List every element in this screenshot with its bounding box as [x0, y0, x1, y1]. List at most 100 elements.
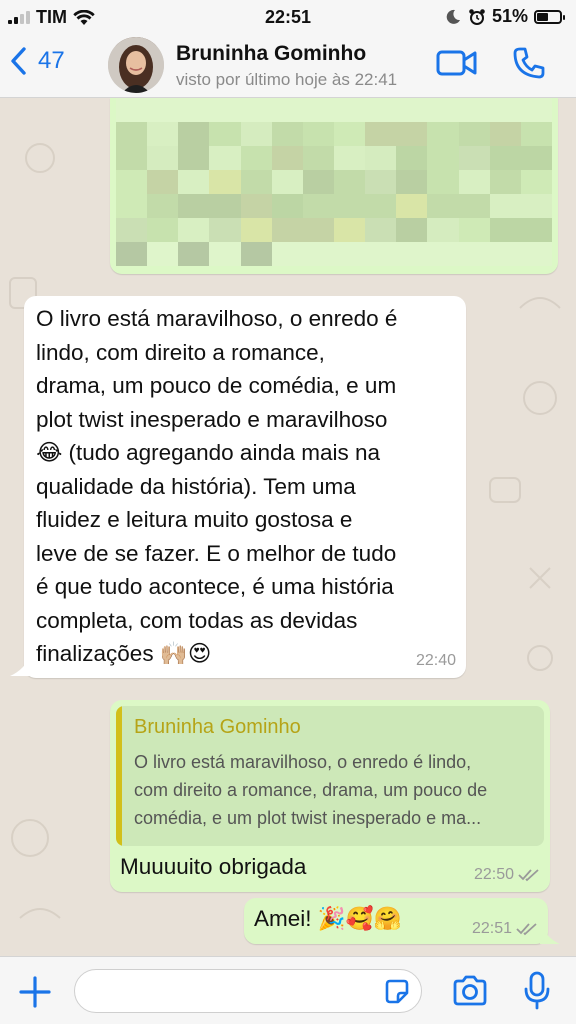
- image-pixel: [147, 98, 179, 122]
- image-pixel: [302, 122, 334, 146]
- video-call-icon[interactable]: [436, 48, 478, 78]
- plus-icon[interactable]: [18, 975, 52, 1009]
- image-pixel: [489, 122, 521, 146]
- quoted-message[interactable]: Bruninha Gominho O livro está maravilhos…: [116, 706, 544, 846]
- double-check-icon: [518, 869, 539, 882]
- image-pixel: [365, 170, 397, 194]
- image-pixel: [489, 242, 521, 266]
- image-pixel: [427, 170, 459, 194]
- image-pixel: [333, 98, 366, 122]
- image-pixel: [365, 122, 397, 146]
- image-pixel: [147, 122, 179, 146]
- bubble-tail: [10, 654, 32, 676]
- image-pixel: [302, 194, 334, 218]
- message-line: O livro está maravilhoso, o enredo é: [36, 306, 398, 331]
- image-pixel: [489, 218, 521, 242]
- image-pixel: [178, 146, 210, 170]
- image-pixel: [333, 170, 366, 194]
- outgoing-message[interactable]: Amei! 🎉🥰🤗 22:51: [244, 898, 548, 944]
- image-pixel: [209, 242, 241, 266]
- last-seen-status: visto por último hoje às 22:41: [176, 70, 398, 89]
- message-line: completa, com todas as devidas: [36, 607, 358, 633]
- quote-author: Bruninha Gominho: [134, 716, 301, 738]
- message-line: lindo, com direito a romance,: [36, 339, 325, 365]
- image-message[interactable]: [110, 98, 558, 274]
- image-pixel: [178, 170, 210, 194]
- sticker-icon[interactable]: [383, 978, 411, 1006]
- image-pixel: [271, 194, 303, 218]
- image-pixel: [520, 242, 552, 266]
- back-button[interactable]: 47: [10, 46, 65, 76]
- quote-line: com direito a romance, drama, um pouco d…: [134, 780, 488, 800]
- message-time: 22:50: [473, 866, 514, 883]
- image-pixel: [333, 122, 366, 146]
- image-pixel: [333, 218, 366, 242]
- message-time: 22:40: [415, 652, 456, 669]
- image-pixel: [147, 218, 179, 242]
- image-pixel: [209, 218, 241, 242]
- image-pixel: [271, 98, 303, 122]
- message-meta: 22:51: [472, 920, 538, 938]
- image-pixel: [271, 218, 303, 242]
- image-pixel: [240, 170, 272, 194]
- image-pixel: [240, 146, 272, 170]
- image-pixel: [365, 242, 397, 266]
- unread-count: 47: [38, 47, 65, 74]
- image-pixel: [271, 146, 303, 170]
- image-pixel: [489, 146, 521, 170]
- message-line: leve de se fazer. E o melhor de tudo: [36, 540, 397, 566]
- image-pixel: [147, 194, 179, 218]
- incoming-message[interactable]: O livro está maravilhoso, o enredo é lin…: [24, 296, 466, 678]
- avatar[interactable]: [108, 37, 164, 93]
- message-line: qualidade da história). Tem uma: [36, 473, 356, 499]
- message-line: drama, um pouco de comédia, e um: [36, 373, 397, 398]
- battery-percent: 51%: [491, 6, 528, 26]
- camera-icon[interactable]: [452, 975, 488, 1007]
- image-pixel: [396, 98, 428, 122]
- image-pixel: [427, 122, 459, 146]
- message-input[interactable]: [74, 969, 422, 1013]
- moon-icon: [446, 9, 460, 24]
- double-check-icon: [516, 923, 537, 936]
- back-chevron-icon: [11, 47, 26, 75]
- chat-area[interactable]: O livro está maravilhoso, o enredo é lin…: [0, 98, 576, 956]
- image-pixel: [396, 242, 428, 266]
- image-pixel: [458, 242, 490, 266]
- image-pixel: [302, 170, 334, 194]
- image-pixel: [302, 146, 334, 170]
- avatar-photo: [108, 37, 164, 93]
- message-time: 22:51: [471, 920, 512, 937]
- image-pixel: [302, 98, 334, 122]
- image-pixel: [458, 122, 490, 146]
- image-pixel: [333, 194, 366, 218]
- image-pixel: [365, 98, 397, 122]
- phone-icon[interactable]: [512, 46, 546, 80]
- quote-text: O livro está maravilhoso, o enredo é lin…: [134, 748, 532, 832]
- image-pixel: [116, 218, 148, 242]
- contact-name[interactable]: Bruninha Gominho: [176, 42, 366, 66]
- image-pixel: [116, 122, 148, 146]
- image-pixel: [178, 98, 210, 122]
- image-pixel: [302, 242, 334, 266]
- image-pixel: [116, 194, 148, 218]
- image-pixel: [520, 122, 552, 146]
- reply-message[interactable]: Bruninha Gominho O livro está maravilhos…: [110, 700, 550, 892]
- image-pixel: [147, 242, 179, 266]
- image-pixel: [209, 194, 241, 218]
- message-line: fluidez e leitura muito gostosa e: [36, 507, 353, 532]
- blurred-image[interactable]: [116, 98, 552, 266]
- image-pixel: [178, 242, 210, 266]
- image-pixel: [458, 194, 490, 218]
- image-pixel: [271, 122, 303, 146]
- image-pixel: [458, 218, 490, 242]
- image-pixel: [396, 122, 428, 146]
- image-pixel: [396, 146, 428, 170]
- image-pixel: [520, 218, 552, 242]
- image-pixel: [520, 170, 552, 194]
- microphone-icon[interactable]: [522, 971, 552, 1011]
- compose-bar: [0, 956, 576, 1024]
- image-pixel: [240, 194, 272, 218]
- image-pixel: [178, 194, 210, 218]
- image-pixel: [427, 146, 459, 170]
- message-line: plot twist inesperado e maravilhoso: [36, 406, 388, 432]
